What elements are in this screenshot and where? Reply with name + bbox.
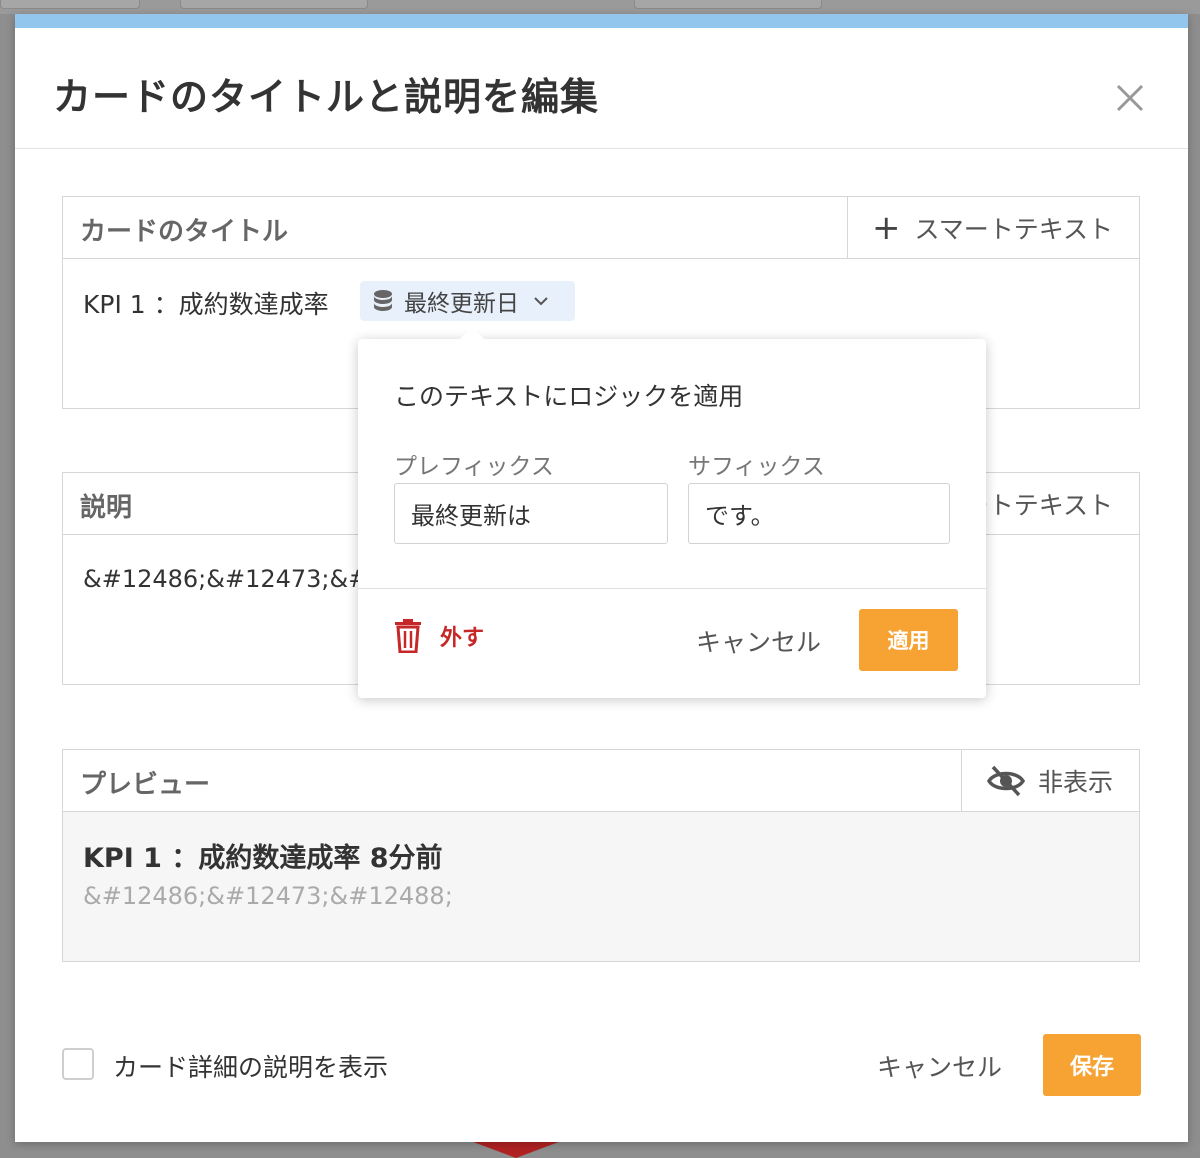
popover-divider [358,588,986,589]
smart-text-label: スマートテキスト [914,214,1113,244]
popover-arrow [460,327,484,339]
trash-icon [395,619,421,653]
card-title-panel-header: カードのタイトル + スマートテキスト [63,197,1139,259]
close-icon[interactable] [1112,80,1148,116]
card-title-text: KPI 1 ：成約数達成率 [83,290,329,319]
title-smart-text-button[interactable]: + スマートテキスト [846,197,1139,258]
smart-text-label: ートテキスト [963,490,1113,520]
smart-text-logic-popover: このテキストにロジックを適用 プレフィックス サフィックス 外す キャンセル 適… [358,327,986,698]
popover-title: このテキストにロジックを適用 [394,382,744,411]
database-icon [374,290,392,311]
eye-slash-icon [986,765,1026,796]
smart-text-token[interactable]: 最終更新日 [360,281,575,321]
suffix-input[interactable] [688,483,950,544]
description-label: 説明 [80,493,133,523]
preview-title: KPI 1 ：成約数達成率 8分前 [83,843,443,874]
chevron-down-icon [534,297,548,306]
preview-panel: プレビュー 非表示 KPI 1 ：成約数達成率 8分前 &#12486;&#12… [62,749,1140,962]
description-text: &#12486;&#12473;&# [83,565,369,593]
popover-cancel-button[interactable]: キャンセル [696,623,821,659]
save-button[interactable]: 保存 [1043,1034,1141,1096]
modal-header: カードのタイトルと説明を編集 [15,28,1188,149]
preview-description: &#12486;&#12473;&#12488; [83,882,453,910]
prefix-label: プレフィックス [394,454,554,480]
hide-preview-button[interactable]: 非表示 [960,750,1139,811]
hide-label: 非表示 [1037,767,1113,797]
background-tab [180,0,368,9]
preview-panel-header: プレビュー 非表示 [63,750,1139,812]
cancel-button[interactable]: キャンセル [877,1048,1002,1084]
background-tab [0,0,140,9]
plus-icon: + [871,207,901,248]
remove-label: 外す [440,626,485,651]
remove-button[interactable]: 外す [394,619,484,653]
background-tab [634,0,822,9]
background-shape [468,1140,564,1158]
preview-label: プレビュー [80,770,211,800]
show-description-checkbox[interactable] [62,1048,94,1080]
preview-content: KPI 1 ：成約数達成率 8分前 &#12486;&#12473;&#1248… [63,812,1139,961]
token-label: 最終更新日 [404,291,519,317]
apply-button[interactable]: 適用 [859,609,958,671]
modal-title: カードのタイトルと説明を編集 [53,75,600,119]
prefix-input[interactable] [394,483,668,544]
suffix-label: サフィックス [688,454,825,480]
show-description-label: カード詳細の説明を表示 [113,1053,389,1082]
card-title-label: カードのタイトル [80,217,289,247]
